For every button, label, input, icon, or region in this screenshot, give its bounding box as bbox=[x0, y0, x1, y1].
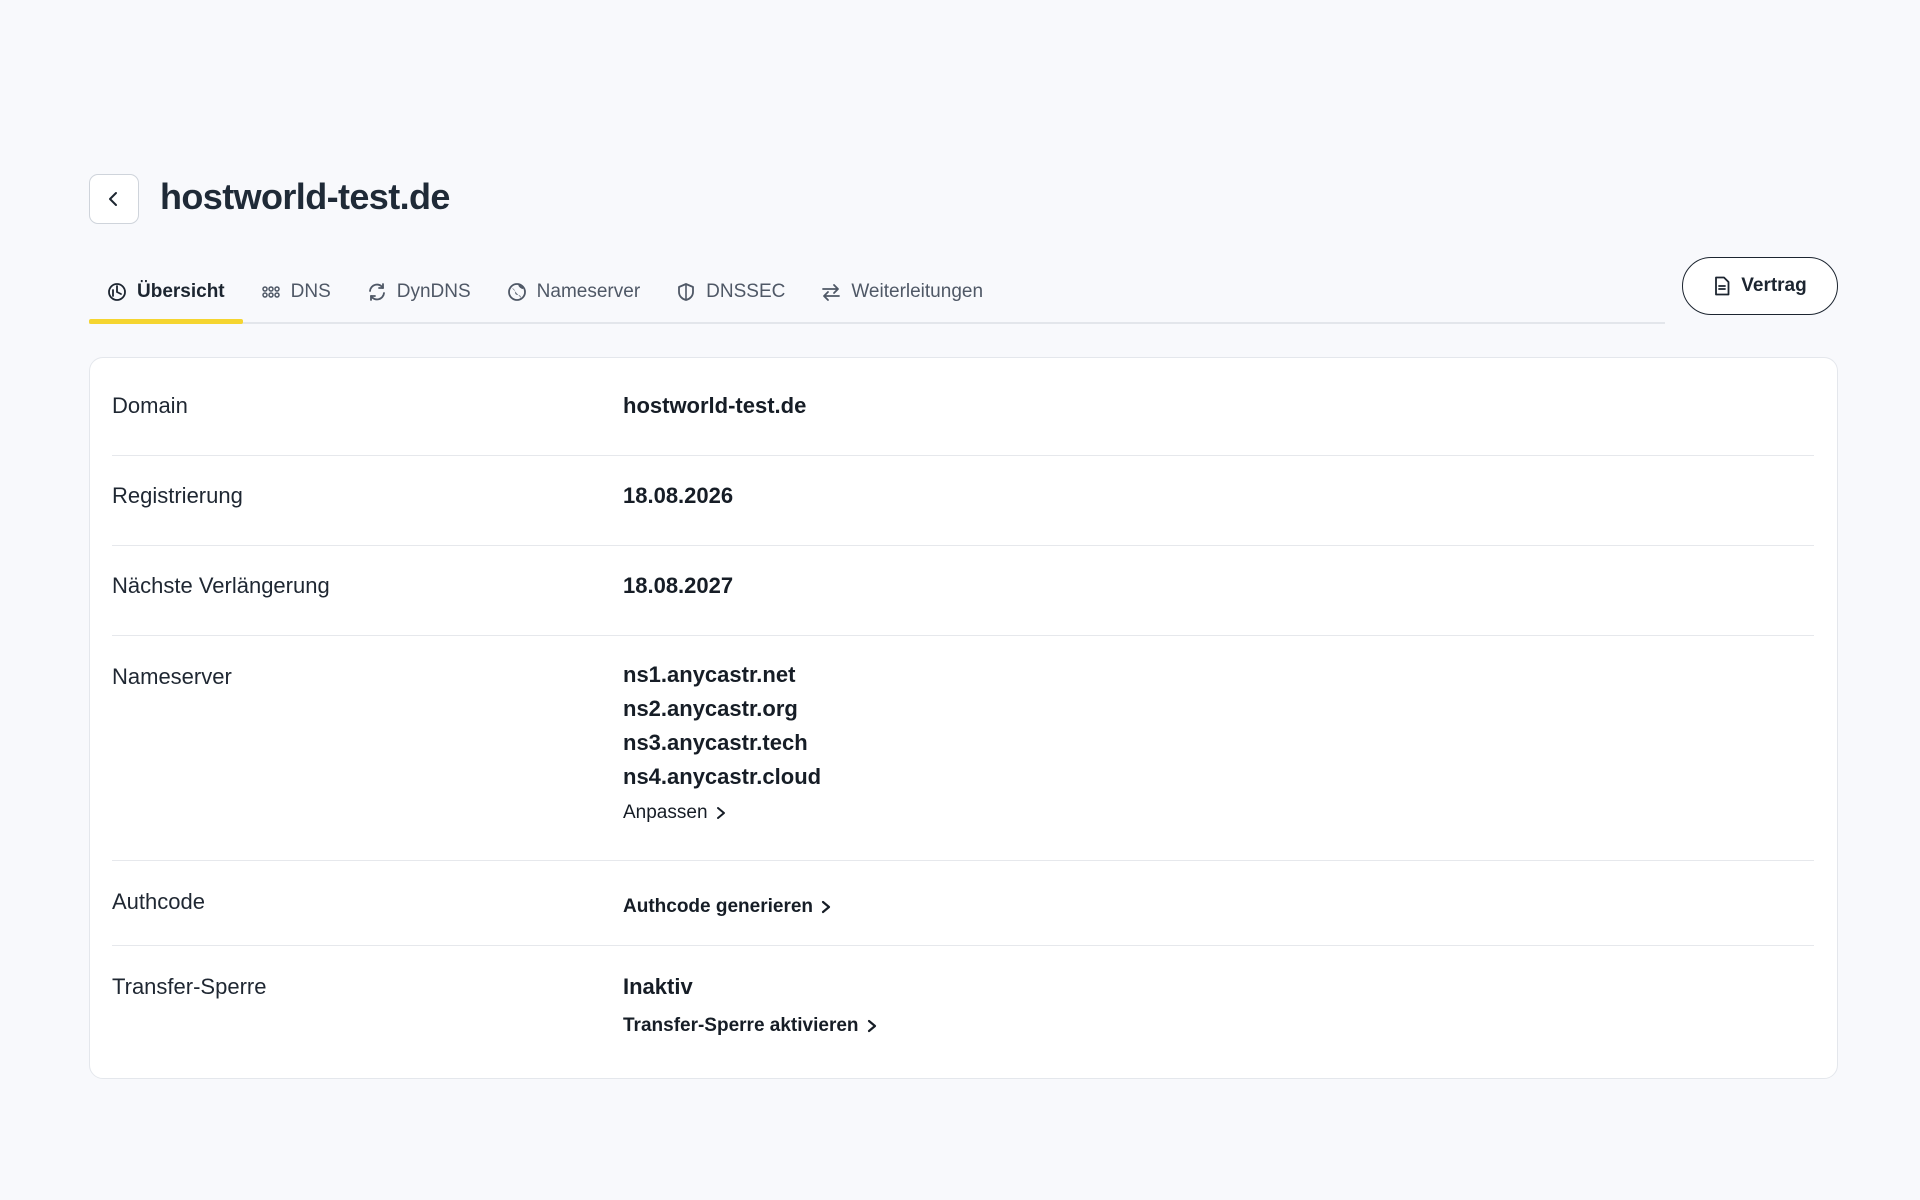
tab-nameserver[interactable]: Nameserver bbox=[489, 266, 658, 322]
chevron-right-icon bbox=[867, 1019, 876, 1033]
nameserver-item: ns2.anycastr.org bbox=[623, 696, 798, 721]
chevron-right-icon bbox=[821, 900, 831, 914]
dashboard-icon bbox=[107, 282, 127, 302]
page-title: hostworld-test.de bbox=[160, 176, 450, 217]
tab-dnssec[interactable]: DNSSEC bbox=[658, 266, 803, 322]
detail-row-nameserver: Nameserver ns1.anycastr.net ns2.anycastr… bbox=[112, 636, 1814, 861]
tab-uebersicht[interactable]: Übersicht bbox=[89, 266, 243, 324]
detail-label: Domain bbox=[112, 393, 188, 418]
detail-value: 18.08.2027 bbox=[623, 573, 734, 598]
nameserver-item: ns4.anycastr.cloud bbox=[623, 764, 822, 789]
generate-authcode-link[interactable]: Authcode generieren bbox=[623, 896, 831, 918]
detail-row-domain: Domain hostworld-test.de bbox=[112, 358, 1814, 456]
detail-value: 18.08.2026 bbox=[623, 483, 734, 508]
generate-authcode-label: Authcode generieren bbox=[623, 896, 814, 917]
globe-icon bbox=[507, 282, 527, 302]
adjust-link-label: Anpassen bbox=[623, 802, 708, 823]
transfer-lock-value: Inaktiv Transfer-Sperre aktivieren bbox=[623, 974, 877, 1037]
detail-label: Transfer-Sperre bbox=[112, 974, 267, 999]
transfer-lock-status: Inaktiv bbox=[623, 974, 693, 999]
document-icon bbox=[1715, 276, 1730, 296]
detail-label: Authcode bbox=[112, 889, 205, 914]
tab-label: DNSSEC bbox=[706, 281, 786, 302]
detail-row-authcode: Authcode Authcode generieren bbox=[112, 861, 1814, 946]
arrows-swap-icon bbox=[821, 282, 841, 302]
contract-button[interactable]: Vertrag bbox=[1682, 257, 1838, 315]
tab-label: DNS bbox=[290, 281, 331, 302]
grid-dots-icon bbox=[261, 282, 281, 302]
tab-dns[interactable]: DNS bbox=[243, 266, 349, 322]
back-button[interactable] bbox=[89, 174, 139, 224]
nameserver-item: ns3.anycastr.tech bbox=[623, 730, 808, 755]
detail-label: Registrierung bbox=[112, 483, 243, 508]
detail-label: Nächste Verlängerung bbox=[112, 573, 330, 598]
detail-label: Nameserver bbox=[112, 664, 232, 689]
tab-label: Übersicht bbox=[137, 281, 225, 302]
activate-transfer-lock-link[interactable]: Transfer-Sperre aktivieren bbox=[623, 1015, 877, 1037]
tab-label: Nameserver bbox=[536, 281, 641, 302]
nameserver-list: ns1.anycastr.net ns2.anycastr.org ns3.an… bbox=[623, 658, 821, 824]
chevron-right-icon bbox=[716, 807, 725, 819]
activate-transfer-lock-label: Transfer-Sperre aktivieren bbox=[623, 1015, 859, 1036]
domain-overview-page: hostworld-test.de Übersicht DNS DynDNS N… bbox=[0, 0, 1920, 1200]
shield-icon bbox=[676, 282, 696, 302]
tab-dyndns[interactable]: DynDNS bbox=[349, 266, 489, 322]
detail-value: hostworld-test.de bbox=[623, 393, 807, 418]
refresh-icon bbox=[367, 282, 387, 302]
nameserver-item: ns1.anycastr.net bbox=[623, 662, 796, 687]
detail-row-transfer-lock: Transfer-Sperre Inaktiv Transfer-Sperre … bbox=[112, 946, 1814, 1078]
contract-button-label: Vertrag bbox=[1741, 275, 1807, 296]
tab-weiterleitungen[interactable]: Weiterleitungen bbox=[803, 266, 1001, 322]
chevron-left-icon bbox=[109, 192, 117, 206]
detail-row-renewal: Nächste Verlängerung 18.08.2027 bbox=[112, 546, 1814, 636]
adjust-nameserver-link[interactable]: Anpassen bbox=[623, 802, 726, 824]
detail-row-registration: Registrierung 18.08.2026 bbox=[112, 456, 1814, 546]
authcode-value: Authcode generieren bbox=[623, 892, 831, 918]
domain-details-card: Domain hostworld-test.de Registrierung 1… bbox=[89, 357, 1838, 1079]
tab-bar: Übersicht DNS DynDNS Nameserver DNSSEC W… bbox=[89, 268, 1665, 324]
tab-label: DynDNS bbox=[396, 281, 471, 302]
tab-label: Weiterleitungen bbox=[851, 281, 984, 302]
